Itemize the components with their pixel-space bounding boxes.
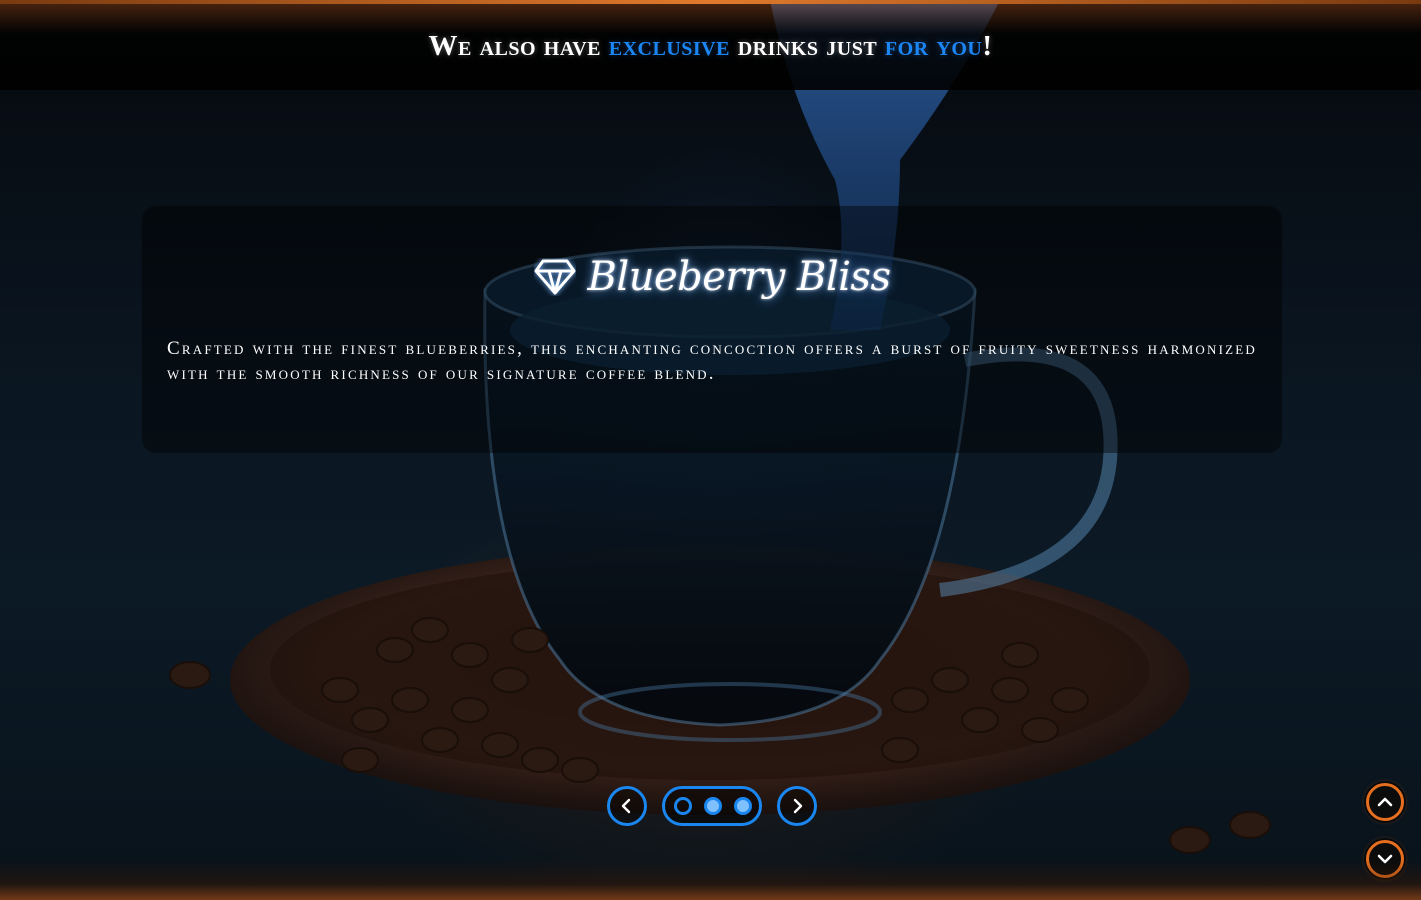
carousel-indicators <box>662 786 762 826</box>
carousel-dot-1[interactable] <box>674 797 692 815</box>
scroll-up-button[interactable] <box>1366 783 1404 821</box>
carousel-next-button[interactable] <box>777 786 817 826</box>
headline-text: drinks just <box>729 30 885 62</box>
headline-accent-for-you: for you <box>884 30 983 62</box>
chevron-left-icon <box>621 798 631 814</box>
page: We also have exclusive drinks just for y… <box>0 0 1421 900</box>
carousel-dot-3[interactable] <box>734 797 752 815</box>
section-headline: We also have exclusive drinks just for y… <box>0 30 1421 63</box>
chevron-right-icon <box>793 798 803 814</box>
headline-text: We also have <box>428 30 609 62</box>
drink-description: Crafted with the finest blueberries, thi… <box>167 338 1257 384</box>
drink-title: Blueberry Bliss <box>142 254 1282 300</box>
drink-name: Blueberry Bliss <box>587 254 892 300</box>
bottom-glow <box>0 860 1421 900</box>
diamond-icon <box>534 259 575 295</box>
carousel-prev-button[interactable] <box>607 786 647 826</box>
chevron-up-icon <box>1377 797 1393 807</box>
carousel-dot-2[interactable] <box>704 797 722 815</box>
headline-text: ! <box>982 30 993 62</box>
headline-accent-exclusive: exclusive <box>608 30 730 62</box>
drink-card: Blueberry Bliss Crafted with the finest … <box>142 206 1282 453</box>
